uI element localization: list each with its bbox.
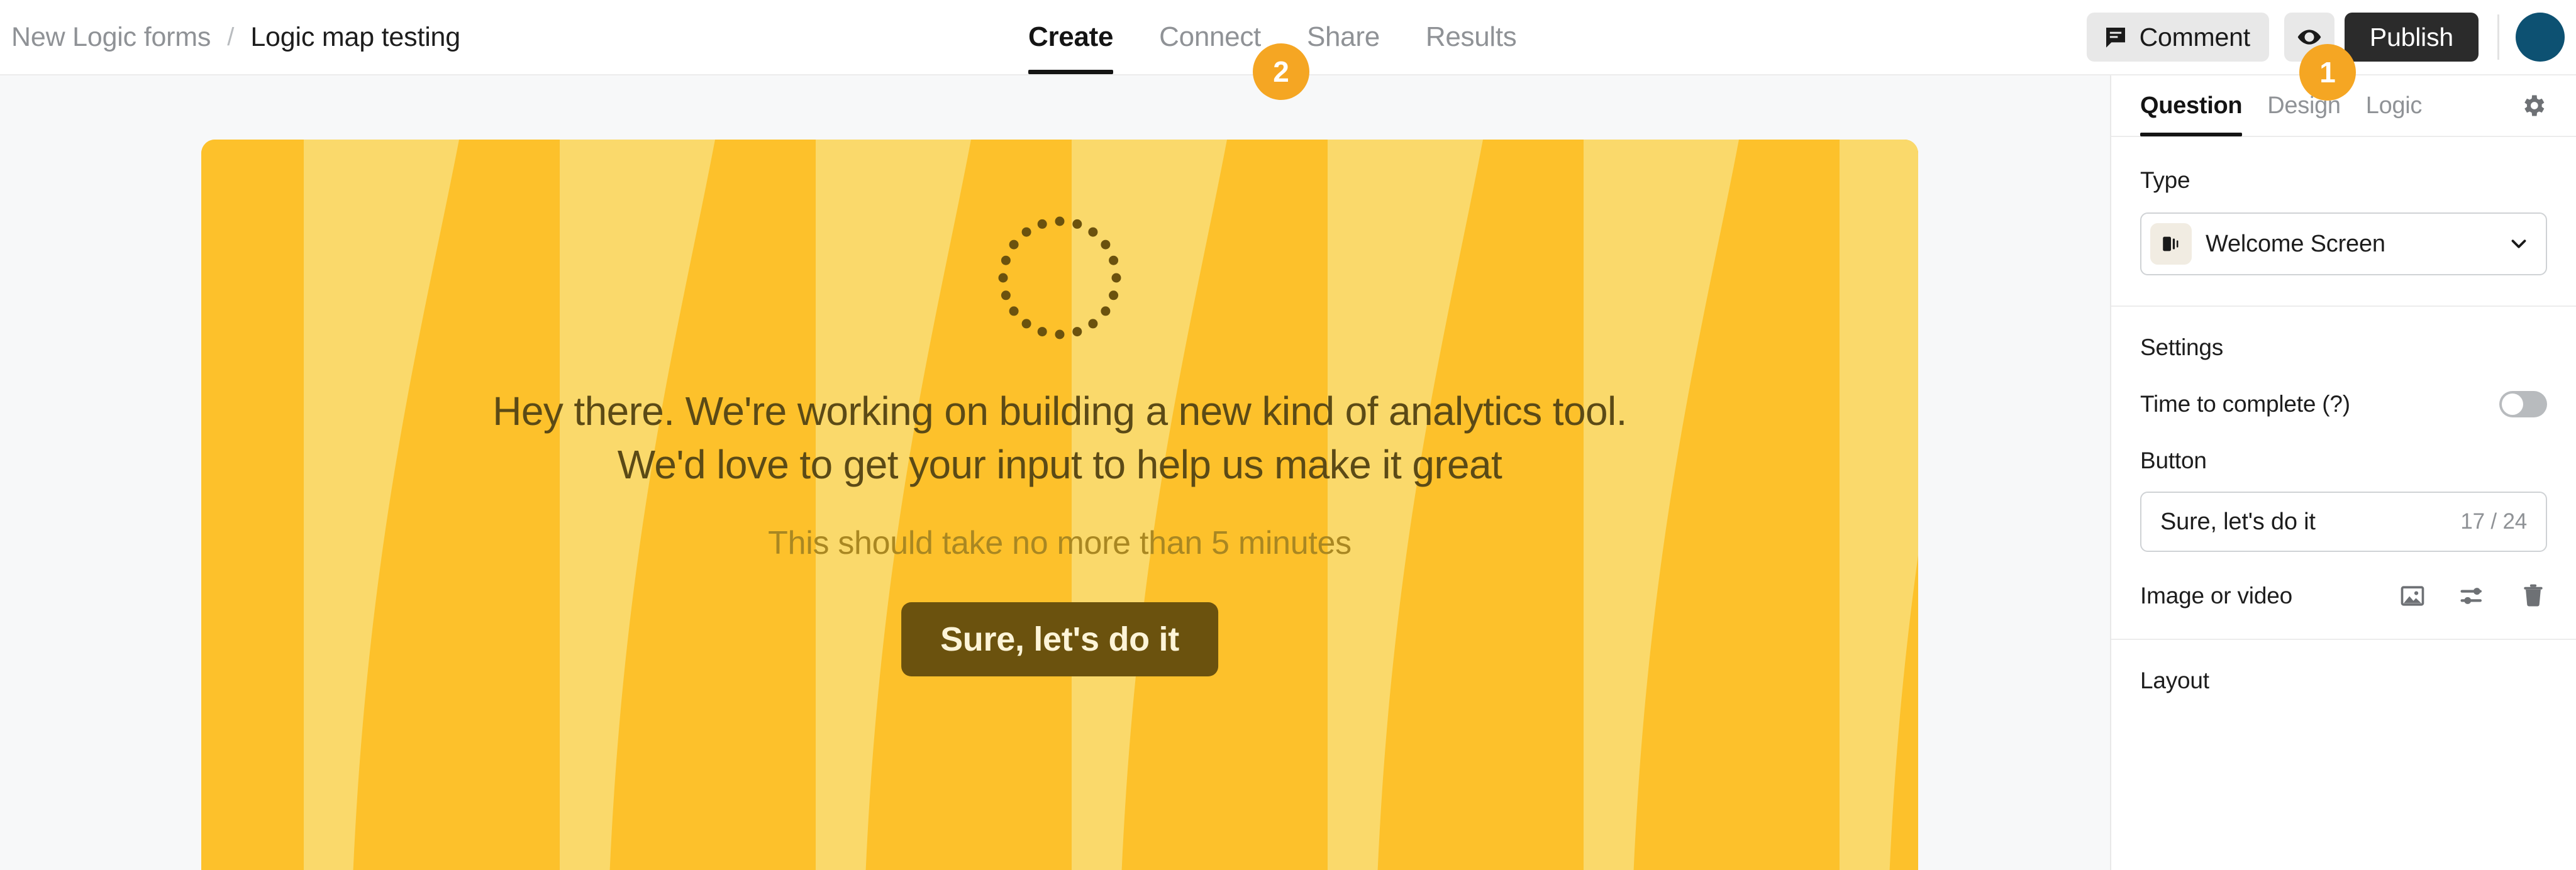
image-or-video-label: Image or video <box>2140 583 2292 608</box>
adjust-sliders-icon[interactable] <box>2459 582 2487 610</box>
time-to-complete-row: Time to complete (?) <box>2140 391 2547 417</box>
comment-button-label: Comment <box>2139 22 2251 52</box>
button-section: Button Sure, let's do it 17 / 24 <box>2111 417 2576 552</box>
question-type-value: Welcome Screen <box>2206 230 2385 257</box>
toggle-knob <box>2502 394 2523 415</box>
comment-button[interactable]: Comment <box>2086 13 2269 62</box>
welcome-headline-line-1: Hey there. We're working on building a n… <box>492 388 1627 434</box>
trash-icon[interactable] <box>2519 582 2547 610</box>
top-bar: New Logic forms / Logic map testing .bre… <box>0 0 2576 75</box>
image-or-video-row: Image or video <box>2140 582 2547 610</box>
panel-tab-design-label: Design <box>2267 92 2341 119</box>
button-text-value: Sure, let's do it <box>2160 508 2316 535</box>
time-to-complete-toggle[interactable] <box>2499 391 2547 417</box>
panel-tabs: Question Design Logic <box>2111 75 2576 137</box>
publish-button-label: Publish <box>2369 22 2453 52</box>
breadcrumb-current[interactable]: Logic map testing <box>250 22 460 53</box>
panel-tab-logic-label: Logic <box>2365 92 2423 119</box>
welcome-screen-icon <box>2150 223 2192 265</box>
welcome-headline[interactable]: Hey there. We're working on building a n… <box>305 385 1814 492</box>
panel-tab-logic[interactable]: Logic <box>2365 75 2423 136</box>
eye-icon <box>2297 25 2322 50</box>
form-canvas: Hey there. We're working on building a n… <box>0 75 2110 870</box>
layout-section-label: Layout <box>2140 668 2209 693</box>
header-divider <box>2497 14 2499 60</box>
publish-button[interactable]: Publish <box>2344 13 2479 62</box>
tab-share[interactable]: Share <box>1307 0 1380 74</box>
avatar[interactable] <box>2516 13 2565 62</box>
settings-section: Settings Time to complete (?) <box>2111 307 2576 417</box>
media-section: Image or video <box>2111 552 2576 610</box>
welcome-headline-line-2: We'd love to get your input to help us m… <box>617 442 1502 488</box>
settings-section-label: Settings <box>2140 334 2224 360</box>
gear-icon[interactable] <box>2519 92 2547 119</box>
type-section: Type Welcome Screen <box>2111 137 2576 275</box>
button-section-label: Button <box>2140 448 2207 473</box>
breadcrumb-separator: / <box>227 23 235 51</box>
time-to-complete-label: Time to complete (?) <box>2140 391 2350 417</box>
header-actions: Comment Publish <box>2086 0 2565 74</box>
main-nav-tabs: Create Connect Share Results <box>1028 0 1517 74</box>
question-settings-panel: Question Design Logic Type Welcome Scree <box>2110 75 2576 870</box>
chevron-down-icon <box>2507 232 2531 256</box>
image-icon[interactable] <box>2399 582 2426 610</box>
dotted-circle-placeholder[interactable] <box>997 215 1123 341</box>
media-icon-group <box>2399 582 2547 610</box>
tab-results-label: Results <box>1425 21 1517 52</box>
welcome-cta-button[interactable]: Sure, let's do it <box>901 602 1218 676</box>
panel-tab-question-label: Question <box>2140 92 2243 119</box>
preview-button[interactable] <box>2284 13 2334 62</box>
welcome-subtext[interactable]: This should take no more than 5 minutes <box>305 524 1814 562</box>
breadcrumb-parent[interactable]: New Logic forms <box>11 22 211 53</box>
tab-connect[interactable]: Connect <box>1159 0 1261 74</box>
panel-tab-question[interactable]: Question <box>2140 75 2243 136</box>
breadcrumb: New Logic forms / Logic map testing <box>11 0 460 74</box>
welcome-cta-button-label: Sure, let's do it <box>940 620 1179 658</box>
panel-tab-design[interactable]: Design <box>2267 75 2341 136</box>
layout-section: Layout <box>2111 640 2576 694</box>
button-text-counter: 17 / 24 <box>2460 509 2527 534</box>
question-type-select[interactable]: Welcome Screen <box>2140 212 2547 275</box>
comment-icon <box>2103 25 2128 50</box>
welcome-screen-card[interactable]: Hey there. We're working on building a n… <box>201 140 1918 870</box>
button-text-field[interactable]: Sure, let's do it 17 / 24 <box>2140 492 2547 552</box>
tab-create-label: Create <box>1028 21 1114 52</box>
tab-share-label: Share <box>1306 21 1380 52</box>
type-section-label: Type <box>2140 167 2190 193</box>
tab-create[interactable]: Create <box>1028 0 1113 74</box>
tab-connect-label: Connect <box>1159 21 1261 52</box>
card-content: Hey there. We're working on building a n… <box>201 140 1918 870</box>
tab-results[interactable]: Results <box>1426 0 1517 74</box>
